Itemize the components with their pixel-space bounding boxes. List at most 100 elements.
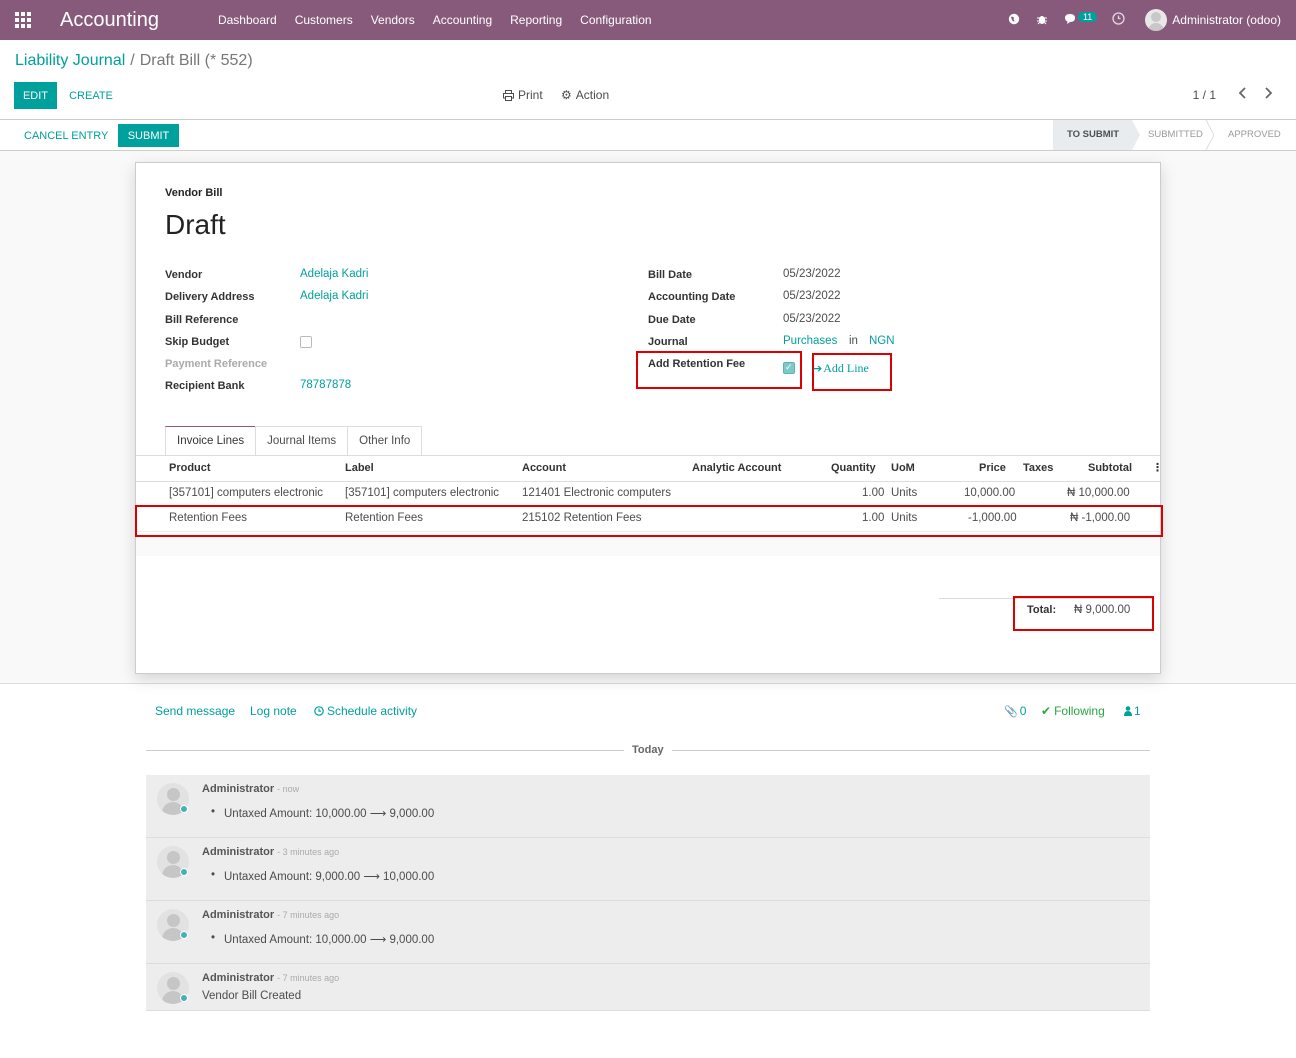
menu-dashboard[interactable]: Dashboard: [209, 0, 286, 40]
globe-icon[interactable]: [1008, 13, 1020, 28]
empty-row: [136, 537, 1160, 556]
add-line-label: Add Line: [823, 361, 869, 375]
tab-other-info[interactable]: Other Info: [347, 426, 423, 455]
pager-value[interactable]: 1 / 1: [1193, 88, 1216, 102]
message-author[interactable]: Administrator: [202, 909, 274, 921]
vendor-field[interactable]: Adelaja Kadri: [300, 268, 368, 280]
pager-next-icon[interactable]: [1263, 86, 1273, 102]
breadcrumb-separator: /: [130, 52, 135, 69]
highlight-retention-row: [135, 505, 1163, 537]
main-menu: Dashboard Customers Vendors Accounting R…: [209, 0, 661, 40]
message-body: Untaxed Amount: 10,000.00 ⟶ 9,000.00: [211, 932, 434, 946]
currency-field[interactable]: NGN: [869, 335, 895, 347]
skip-budget-checkbox[interactable]: [300, 336, 312, 348]
column-account[interactable]: Account: [522, 462, 566, 474]
tab-invoice-lines[interactable]: Invoice Lines: [165, 426, 257, 455]
column-product[interactable]: Product: [169, 462, 211, 474]
online-status-dot: [180, 868, 188, 876]
add-line-link[interactable]: ➔ Add Line: [813, 361, 869, 376]
message-author[interactable]: Administrator: [202, 783, 274, 795]
message-time: - 7 minutes ago: [277, 910, 340, 920]
submit-button[interactable]: SUBMIT: [118, 124, 179, 147]
send-message-button[interactable]: Send message: [155, 704, 235, 718]
message-author[interactable]: Administrator: [202, 846, 274, 858]
message-body: Untaxed Amount: 10,000.00 ⟶ 9,000.00: [211, 806, 434, 820]
schedule-activity-button[interactable]: Schedule activity: [314, 704, 417, 718]
notebook-tabs: Invoice Lines Journal Items Other Info: [165, 426, 423, 455]
menu-vendors[interactable]: Vendors: [362, 0, 424, 40]
attachments-count: 0: [1019, 704, 1027, 718]
menu-configuration[interactable]: Configuration: [571, 0, 660, 40]
following-button[interactable]: ✔ Following: [1041, 704, 1105, 718]
column-label[interactable]: Label: [345, 462, 374, 474]
column-options-icon[interactable]: ⋮: [1152, 461, 1163, 474]
arrow-right-icon: ➔: [813, 362, 823, 375]
online-status-dot: [180, 805, 188, 813]
bill-reference-label: Bill Reference: [165, 314, 239, 326]
column-quantity[interactable]: Quantity: [831, 462, 876, 474]
action-label: Action: [575, 88, 610, 102]
due-date-field[interactable]: 05/23/2022: [783, 313, 841, 325]
statusbar: CANCEL ENTRY SUBMIT TO SUBMIT SUBMITTED …: [0, 119, 1296, 151]
messages-icon[interactable]: 11: [1064, 11, 1101, 28]
delivery-address-label: Delivery Address: [165, 291, 255, 303]
user-menu[interactable]: Administrator (odoo): [1172, 13, 1281, 27]
online-status-dot: [180, 931, 188, 939]
accounting-date-label: Accounting Date: [648, 291, 736, 303]
column-subtotal[interactable]: Subtotal: [1088, 462, 1132, 474]
menu-reporting[interactable]: Reporting: [501, 0, 571, 40]
print-menu[interactable]: Print: [503, 88, 543, 102]
menu-customers[interactable]: Customers: [286, 0, 362, 40]
followers-button[interactable]: 1: [1124, 704, 1141, 718]
cell-subtotal: ₦ 10,000.00: [1067, 487, 1130, 499]
message-author[interactable]: Administrator: [202, 972, 274, 984]
print-icon: [503, 89, 514, 101]
user-icon: [1124, 706, 1132, 716]
delivery-address-field[interactable]: Adelaja Kadri: [300, 290, 368, 302]
column-analytic-account[interactable]: Analytic Account: [692, 462, 781, 474]
app-title[interactable]: Accounting: [60, 9, 159, 32]
attachments-button[interactable]: 📎 0: [1004, 704, 1026, 718]
bill-date-field[interactable]: 05/23/2022: [783, 268, 841, 280]
message-time: - 3 minutes ago: [277, 847, 340, 857]
clock-icon[interactable]: [1112, 12, 1125, 28]
check-icon: ✔: [1041, 704, 1052, 718]
stage-approved[interactable]: APPROVED: [1212, 120, 1296, 150]
action-menu[interactable]: ⚙ Action: [561, 88, 609, 102]
bill-date-label: Bill Date: [648, 269, 693, 281]
column-uom[interactable]: UoM: [891, 462, 915, 474]
apps-menu-icon[interactable]: [0, 0, 46, 40]
message-time: - 7 minutes ago: [277, 973, 340, 983]
column-taxes[interactable]: Taxes: [1023, 462, 1053, 474]
online-status-dot: [180, 994, 188, 1002]
cell-label: [357101] computers electronic: [345, 487, 500, 499]
menu-accounting[interactable]: Accounting: [424, 0, 501, 40]
edit-button[interactable]: EDIT: [14, 82, 57, 109]
user-avatar[interactable]: [1145, 9, 1168, 31]
stage-to-submit[interactable]: TO SUBMIT: [1053, 120, 1140, 150]
highlight-retention-fee: [636, 351, 802, 389]
invoice-lines-header: Product Label Account Analytic Account Q…: [136, 456, 1163, 482]
cancel-entry-button[interactable]: CANCEL ENTRY: [15, 124, 117, 147]
schedule-activity-label: Schedule activity: [327, 704, 418, 718]
pager-previous-icon[interactable]: [1238, 86, 1248, 102]
tab-journal-items[interactable]: Journal Items: [255, 426, 349, 455]
table-row[interactable]: [357101] computers electronic [357101] c…: [136, 482, 1160, 507]
cell-account: 121401 Electronic computers: [522, 487, 671, 499]
recipient-bank-field[interactable]: 78787878: [300, 379, 351, 391]
accounting-date-field[interactable]: 05/23/2022: [783, 290, 841, 302]
stage-submitted[interactable]: SUBMITTED: [1132, 120, 1212, 150]
log-note-button[interactable]: Log note: [250, 704, 297, 718]
form-sheet: Vendor Bill Draft Vendor Adelaja Kadri D…: [135, 162, 1163, 674]
journal-in-text: in: [849, 335, 858, 347]
message-body: Untaxed Amount: 9,000.00 ⟶ 10,000.00: [211, 869, 434, 883]
column-price[interactable]: Price: [979, 462, 1006, 474]
following-label: Following: [1054, 704, 1105, 718]
journal-field[interactable]: Purchases: [783, 335, 837, 347]
chatter-message: Administrator - 7 minutes ago Vendor Bill…: [146, 964, 1150, 1011]
breadcrumb-parent[interactable]: Liability Journal: [15, 52, 125, 69]
message-time: - now: [277, 784, 300, 794]
date-divider-left: [146, 750, 624, 751]
create-button[interactable]: CREATE: [62, 82, 120, 109]
bug-icon[interactable]: [1036, 13, 1048, 28]
